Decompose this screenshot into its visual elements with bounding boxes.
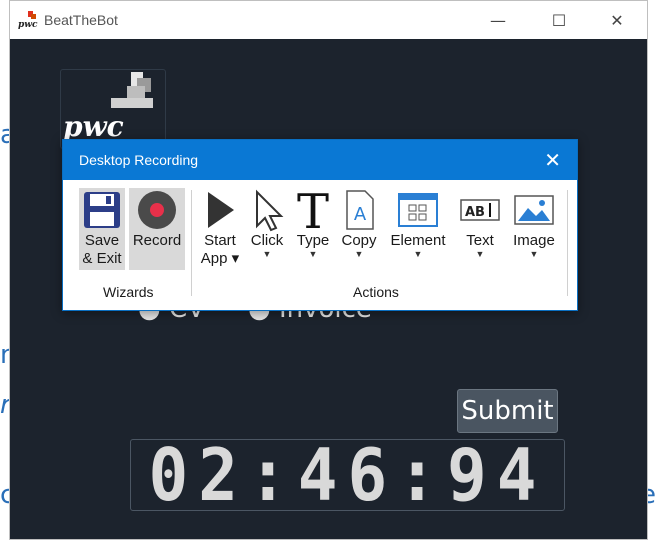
image-button[interactable]: Image ▼ <box>509 188 559 270</box>
element-button[interactable]: Element ▼ <box>387 188 449 270</box>
submit-button[interactable]: Submit <box>457 389 558 433</box>
actions-group-label: Actions <box>353 284 399 300</box>
window-title: BeatTheBot <box>44 12 118 28</box>
click-dropdown-icon: ▼ <box>262 249 272 259</box>
pwc-logo-graphic-icon <box>111 72 153 108</box>
start-app-button[interactable]: Start App ▾ <box>197 188 243 270</box>
close-button[interactable]: ✕ <box>594 1 640 39</box>
dialog-close-button[interactable]: ✕ <box>544 148 561 172</box>
maximize-button[interactable]: ☐ <box>536 1 582 39</box>
text-dropdown-icon: ▼ <box>475 249 485 259</box>
copy-document-icon: A <box>346 190 374 230</box>
image-icon <box>514 195 554 225</box>
group-separator <box>191 190 192 296</box>
dialog-title: Desktop Recording <box>79 152 199 168</box>
recording-ribbon: Save & Exit Record Wizards Start App ▾ C… <box>67 184 573 304</box>
text-label: Text <box>466 232 494 249</box>
timer-value: 02:46:94 <box>148 432 547 518</box>
click-button[interactable]: Click ▼ <box>247 188 287 270</box>
copy-button[interactable]: A Copy ▼ <box>339 188 379 270</box>
title-bar: pwc BeatTheBot — ☐ ✕ <box>10 1 647 39</box>
desktop-recording-dialog: Desktop Recording ✕ Save & Exit Record W… <box>62 139 578 311</box>
minimize-button[interactable]: — <box>475 1 521 39</box>
pwc-logo-card: pwc <box>60 69 166 149</box>
record-icon <box>138 191 176 229</box>
text-field-icon: AB <box>460 199 500 221</box>
svg-text:T: T <box>297 188 329 232</box>
save-exit-label-2: & Exit <box>82 250 122 267</box>
record-button[interactable]: Record <box>129 188 185 270</box>
dialog-header: Desktop Recording ✕ <box>63 140 577 180</box>
type-dropdown-icon: ▼ <box>308 249 318 259</box>
wizards-group-label: Wizards <box>103 284 154 300</box>
element-window-icon <box>398 193 438 227</box>
svg-text:pwc: pwc <box>18 20 38 30</box>
record-label: Record <box>132 232 182 249</box>
type-label: Type <box>296 232 330 249</box>
copy-dropdown-icon: ▼ <box>354 249 364 259</box>
click-label: Click <box>250 232 284 249</box>
svg-text:A: A <box>354 204 367 225</box>
play-icon <box>208 192 234 228</box>
save-exit-button[interactable]: Save & Exit <box>79 188 125 270</box>
copy-label: Copy <box>341 232 377 249</box>
pwc-logo-icon: pwc <box>18 11 38 30</box>
group-separator <box>567 190 568 296</box>
mouse-pointer-icon <box>256 189 284 232</box>
text-button[interactable]: AB Text ▼ <box>457 188 503 270</box>
image-dropdown-icon: ▼ <box>529 249 539 259</box>
element-dropdown-icon: ▼ <box>413 249 423 259</box>
image-label: Image <box>513 232 555 249</box>
floppy-disk-icon <box>84 192 120 228</box>
start-app-label-1: Start <box>204 232 236 249</box>
type-button[interactable]: T Type ▼ <box>293 188 333 270</box>
save-exit-label-1: Save <box>84 232 120 249</box>
start-app-label-2-text: App <box>200 250 228 267</box>
timer-display: 02:46:94 <box>130 433 565 517</box>
element-label: Element <box>390 232 446 249</box>
start-app-label-2: App ▾ <box>200 250 240 267</box>
type-icon: T <box>297 188 329 232</box>
svg-text:AB: AB <box>465 205 485 220</box>
